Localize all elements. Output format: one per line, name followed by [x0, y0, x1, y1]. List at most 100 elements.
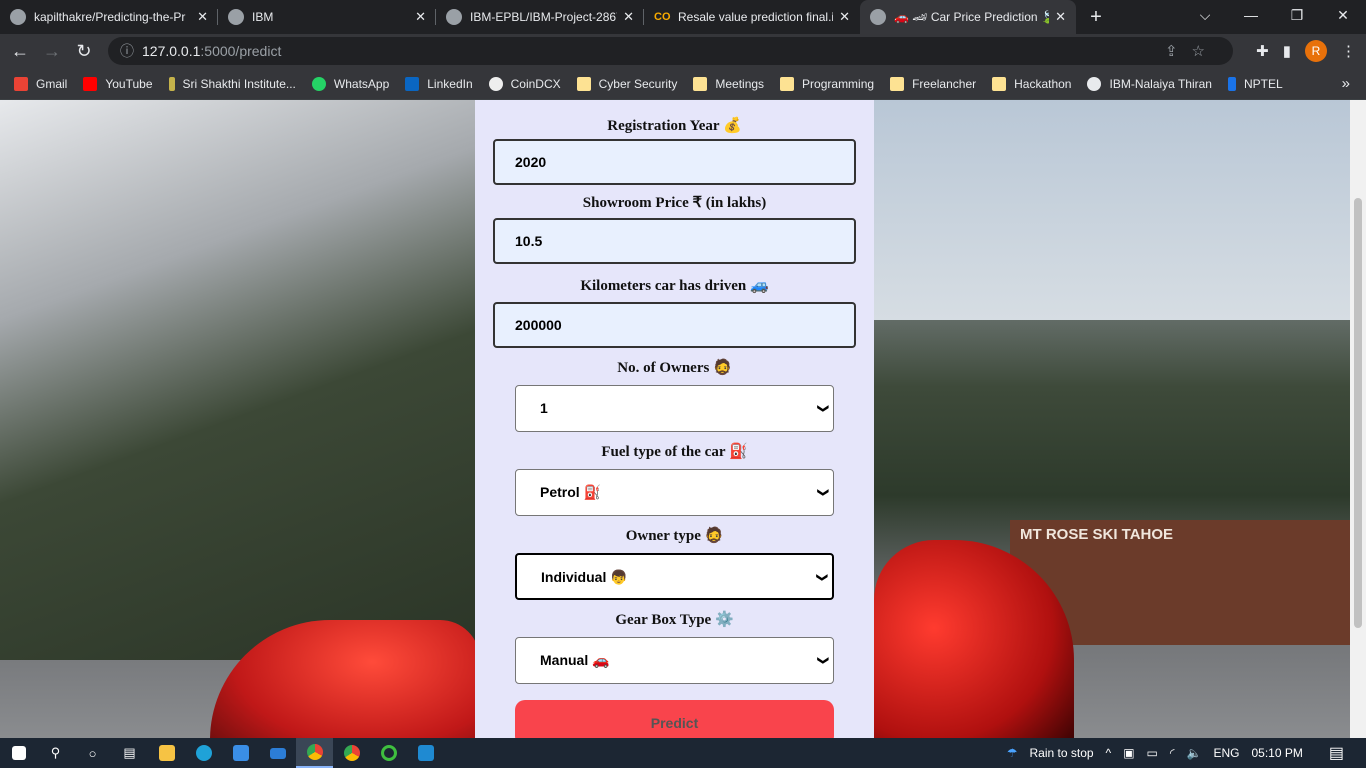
new-tab-button[interactable]: + [1076, 0, 1116, 34]
bookmark-gmail[interactable]: Gmail [14, 76, 67, 91]
page-content: MT ROSE SKI TAHOE Registration Year 💰 20… [0, 100, 1350, 738]
bookmark-cyber-security[interactable]: Cyber Security [576, 76, 677, 91]
scrollbar-thumb[interactable] [1354, 198, 1362, 628]
background-sky [874, 100, 1350, 320]
tab-ibm-epbl[interactable]: IBM-EPBL/IBM-Project-28674 ✕ [436, 0, 644, 34]
vscode-icon [417, 745, 434, 761]
bookmark-hackathon[interactable]: Hackathon [992, 76, 1071, 91]
tab-car-price-prediction[interactable]: 🚗 🏎 Car Price Prediction 🍃 ✕ [860, 0, 1076, 34]
more-bookmarks-button[interactable]: » [1342, 75, 1350, 92]
windows-taskbar: ⚲ ○ ▤ ☂ Rain to stop ^ ▣ ▭ ◜ 🔈 ENG 05:10… [0, 738, 1366, 768]
close-window-button[interactable]: ✕ [1320, 0, 1366, 30]
bookmark-programming[interactable]: Programming [780, 76, 874, 91]
weather-text[interactable]: Rain to stop [1030, 746, 1094, 760]
green-circle-app-icon [380, 745, 397, 761]
gmail-icon [14, 76, 28, 91]
owners-select[interactable]: 1 ❯ [515, 385, 834, 432]
edge-button[interactable] [185, 738, 222, 768]
language-indicator[interactable]: ENG [1213, 746, 1239, 760]
close-tab-icon[interactable]: ✕ [197, 9, 208, 25]
tab-search-icon[interactable]: ⌵ [1182, 0, 1228, 30]
owners-label: No. of Owners 🧔 [617, 360, 732, 376]
share-icon[interactable]: ⇪ [1165, 43, 1192, 60]
bookmark-ibm-nalaiya-thiran[interactable]: IBM-Nalaiya Thiran [1087, 76, 1212, 91]
bookmark-meetings[interactable]: Meetings [693, 76, 764, 91]
bookmark-linkedin[interactable]: LinkedIn [405, 76, 473, 91]
volume-icon[interactable]: 🔈 [1187, 746, 1202, 760]
back-button[interactable]: ← [4, 41, 36, 62]
reload-button[interactable]: ↻ [68, 41, 100, 62]
site-icon [168, 76, 175, 91]
file-explorer-button[interactable] [148, 738, 185, 768]
camera-icon[interactable]: ▣ [1123, 746, 1134, 760]
show-hidden-icons[interactable]: ^ [1106, 746, 1112, 760]
chevron-down-icon: ❯ [816, 655, 829, 666]
registration-year-input[interactable]: 2020 [493, 139, 856, 185]
folder-icon [780, 76, 795, 91]
tab-colab[interactable]: CO Resale value prediction final.i ✕ [644, 0, 860, 34]
showroom-price-label: Showroom Price ₹ (in lakhs) [582, 195, 767, 211]
bookmark-whatsapp[interactable]: WhatsApp [311, 76, 389, 91]
wifi-icon[interactable]: ◜ [1170, 746, 1175, 760]
bookmark-coindcx[interactable]: CoinDCX [488, 76, 561, 91]
fuel-type-select[interactable]: Petrol ⛽ ❯ [515, 469, 834, 516]
restore-button[interactable]: ❐ [1274, 0, 1320, 30]
start-button[interactable] [0, 738, 37, 768]
mail-icon [269, 747, 286, 759]
kilometers-input[interactable]: 200000 [493, 302, 856, 348]
predict-button[interactable]: Predict [515, 700, 834, 738]
address-bar[interactable]: ⓘ 127.0.0.1:5000/predict ⇪☆ [108, 37, 1233, 65]
close-tab-icon[interactable]: ✕ [415, 9, 426, 25]
bookmark-sri-shakthi[interactable]: Sri Shakthi Institute... [168, 76, 296, 91]
close-tab-icon[interactable]: ✕ [623, 9, 634, 25]
owner-type-select[interactable]: Individual 👦 ❯ [515, 553, 834, 600]
owner-type-label: Owner type 🧔 [625, 528, 724, 544]
chrome-icon [306, 744, 323, 760]
vscode-button[interactable] [407, 738, 444, 768]
globe-icon [1087, 76, 1102, 91]
bookmark-freelancher[interactable]: Freelancher [890, 76, 976, 91]
clock[interactable]: 05:10 PM [1252, 746, 1303, 760]
app-button[interactable] [370, 738, 407, 768]
tab-github-predicting[interactable]: kapilthakre/Predicting-the-Pr ✕ [0, 0, 218, 34]
nptel-icon [1227, 76, 1236, 91]
extensions-icon[interactable]: ✚ [1256, 42, 1269, 60]
tab-ibm[interactable]: IBM ✕ [218, 0, 436, 34]
cortana-button[interactable]: ○ [74, 738, 111, 768]
windows-icon [11, 746, 26, 760]
chrome-button[interactable] [296, 738, 333, 768]
chevron-down-icon: ❯ [815, 572, 828, 583]
close-tab-icon[interactable]: ✕ [1055, 9, 1066, 25]
chrome-profile-button[interactable] [333, 738, 370, 768]
globe-icon [228, 9, 244, 25]
page-scrollbar[interactable] [1350, 100, 1366, 738]
search-button[interactable]: ⚲ [37, 738, 74, 768]
folder-icon [992, 76, 1007, 91]
mail-button[interactable] [259, 738, 296, 768]
forward-button[interactable]: → [36, 41, 68, 62]
close-tab-icon[interactable]: ✕ [839, 9, 850, 25]
coindcx-icon [488, 76, 503, 91]
side-panel-icon[interactable]: ▮ [1283, 42, 1291, 60]
task-view-button[interactable]: ▤ [111, 738, 148, 768]
info-icon[interactable]: ⓘ [120, 41, 134, 61]
bookmark-youtube[interactable]: YouTube [83, 76, 153, 91]
store-button[interactable] [222, 738, 259, 768]
folder-icon [890, 76, 905, 91]
chevron-down-icon: ❯ [816, 403, 829, 414]
folder-icon [576, 76, 591, 91]
showroom-price-input[interactable]: 10.5 [493, 218, 856, 264]
battery-icon[interactable]: ▭ [1147, 746, 1158, 760]
task-view-icon: ▤ [123, 745, 136, 760]
bookmark-nptel[interactable]: NPTEL [1227, 76, 1283, 91]
notifications-icon[interactable]: ▤ [1329, 743, 1344, 763]
gearbox-type-select[interactable]: Manual 🚗 ❯ [515, 637, 834, 684]
bookmark-star-icon[interactable]: ☆ [1192, 43, 1219, 60]
minimize-button[interactable]: — [1228, 0, 1274, 30]
github-icon [10, 9, 26, 25]
umbrella-weather-icon: ☂ [1006, 746, 1018, 760]
profile-avatar[interactable]: R [1305, 40, 1327, 62]
store-icon [232, 745, 249, 761]
menu-icon[interactable]: ⋮ [1341, 42, 1356, 60]
folder-icon [693, 76, 708, 91]
